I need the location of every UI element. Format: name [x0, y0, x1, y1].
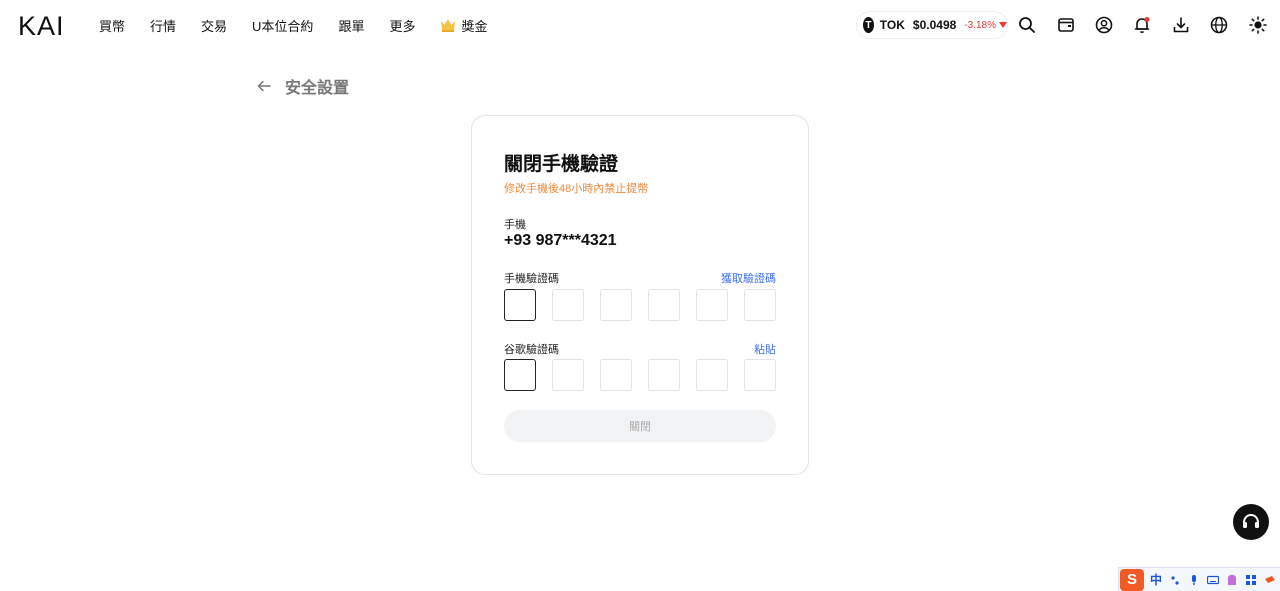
- ime-keyboard-icon[interactable]: [1207, 574, 1220, 586]
- svg-text:KAI: KAI: [18, 13, 65, 37]
- tok-coin-icon: T: [863, 17, 874, 33]
- kai-logo[interactable]: KAI: [18, 13, 74, 37]
- sms-code-digit-1[interactable]: [504, 289, 536, 321]
- phone-label: 手機: [504, 219, 526, 231]
- ticker-symbol: TOK: [879, 18, 905, 32]
- ime-toolbar: S 中: [1118, 567, 1280, 591]
- user-account-icon[interactable]: [1095, 16, 1113, 34]
- sun-theme-icon[interactable]: [1249, 16, 1267, 34]
- download-icon[interactable]: [1172, 16, 1190, 34]
- headset-icon: [1243, 513, 1259, 528]
- sms-code-digit-6[interactable]: [744, 289, 776, 321]
- sms-code-digit-4[interactable]: [648, 289, 680, 321]
- back-to-security-settings[interactable]: 安全設置: [256, 74, 349, 98]
- down-arrow-icon: [999, 22, 1007, 28]
- ime-punctuation-icon[interactable]: [1169, 574, 1181, 586]
- google-code-digit-4[interactable]: [648, 359, 680, 391]
- page-title: 安全設置: [285, 80, 350, 97]
- top-header: KAI 買幣 行情 交易 U本位合約 跟單 更多 獎金 T TOK $0.049…: [0, 0, 1280, 50]
- ime-skin-icon[interactable]: [1226, 574, 1238, 586]
- google-code-digit-3[interactable]: [600, 359, 632, 391]
- google-code-digit-6[interactable]: [744, 359, 776, 391]
- crown-icon: [441, 19, 456, 32]
- google-code-digit-5[interactable]: [696, 359, 728, 391]
- google-code-label: 谷歌驗證碼: [504, 344, 559, 356]
- nav-item-more[interactable]: 更多: [389, 16, 415, 35]
- globe-language-icon[interactable]: [1210, 16, 1228, 34]
- ticker-change: -3.18%: [964, 19, 996, 31]
- sogou-ime-logo-icon[interactable]: S: [1120, 568, 1144, 591]
- nav-item-rewards[interactable]: 獎金: [440, 16, 487, 35]
- ime-toolbox-icon[interactable]: [1264, 574, 1276, 586]
- rewards-label: 獎金: [461, 18, 488, 34]
- paste-google-code-link[interactable]: 粘貼: [754, 341, 776, 357]
- withdrawal-warning: 修改手機後48小時內禁止提幣: [504, 183, 649, 195]
- ime-microphone-icon[interactable]: [1188, 574, 1200, 586]
- sms-code-digit-2[interactable]: [552, 289, 584, 321]
- card-title: 關閉手機驗證: [504, 154, 619, 175]
- search-icon[interactable]: [1018, 16, 1036, 34]
- ime-apps-icon[interactable]: [1245, 574, 1257, 586]
- disable-button[interactable]: 關閉: [504, 410, 776, 442]
- customer-support-button[interactable]: [1233, 504, 1269, 540]
- nav-item-trade[interactable]: 交易: [201, 16, 227, 35]
- sms-code-digit-3[interactable]: [600, 289, 632, 321]
- ime-chinese-mode[interactable]: 中: [1150, 571, 1162, 588]
- nav-item-markets[interactable]: 行情: [150, 16, 176, 35]
- sms-code-input-group: [504, 289, 776, 321]
- disable-phone-verification-card: 關閉手機驗證 修改手機後48小時內禁止提幣 手機 +93 987***4321 …: [471, 115, 809, 475]
- sms-code-label: 手機驗證碼: [504, 273, 559, 285]
- google-code-digit-2[interactable]: [552, 359, 584, 391]
- wallet-icon[interactable]: [1057, 16, 1075, 34]
- notification-bell-icon[interactable]: [1133, 16, 1151, 34]
- arrow-left-icon: [257, 80, 271, 92]
- phone-number-value: +93 987***4321: [504, 232, 617, 249]
- ticker-price: $0.0498: [912, 18, 957, 32]
- nav-item-usdt-futures[interactable]: U本位合約: [252, 16, 313, 35]
- google-code-input-group: [504, 359, 776, 391]
- get-sms-code-link[interactable]: 獲取驗證碼: [721, 270, 776, 286]
- ticker-chip[interactable]: T TOK $0.0498 -3.18%: [856, 11, 1008, 39]
- nav-item-buy-crypto[interactable]: 買幣: [99, 16, 125, 35]
- google-code-digit-1[interactable]: [504, 359, 536, 391]
- sms-code-digit-5[interactable]: [696, 289, 728, 321]
- main-nav: 買幣 行情 交易 U本位合約 跟單 更多 獎金: [99, 0, 512, 50]
- nav-item-copy-trading[interactable]: 跟單: [338, 16, 364, 35]
